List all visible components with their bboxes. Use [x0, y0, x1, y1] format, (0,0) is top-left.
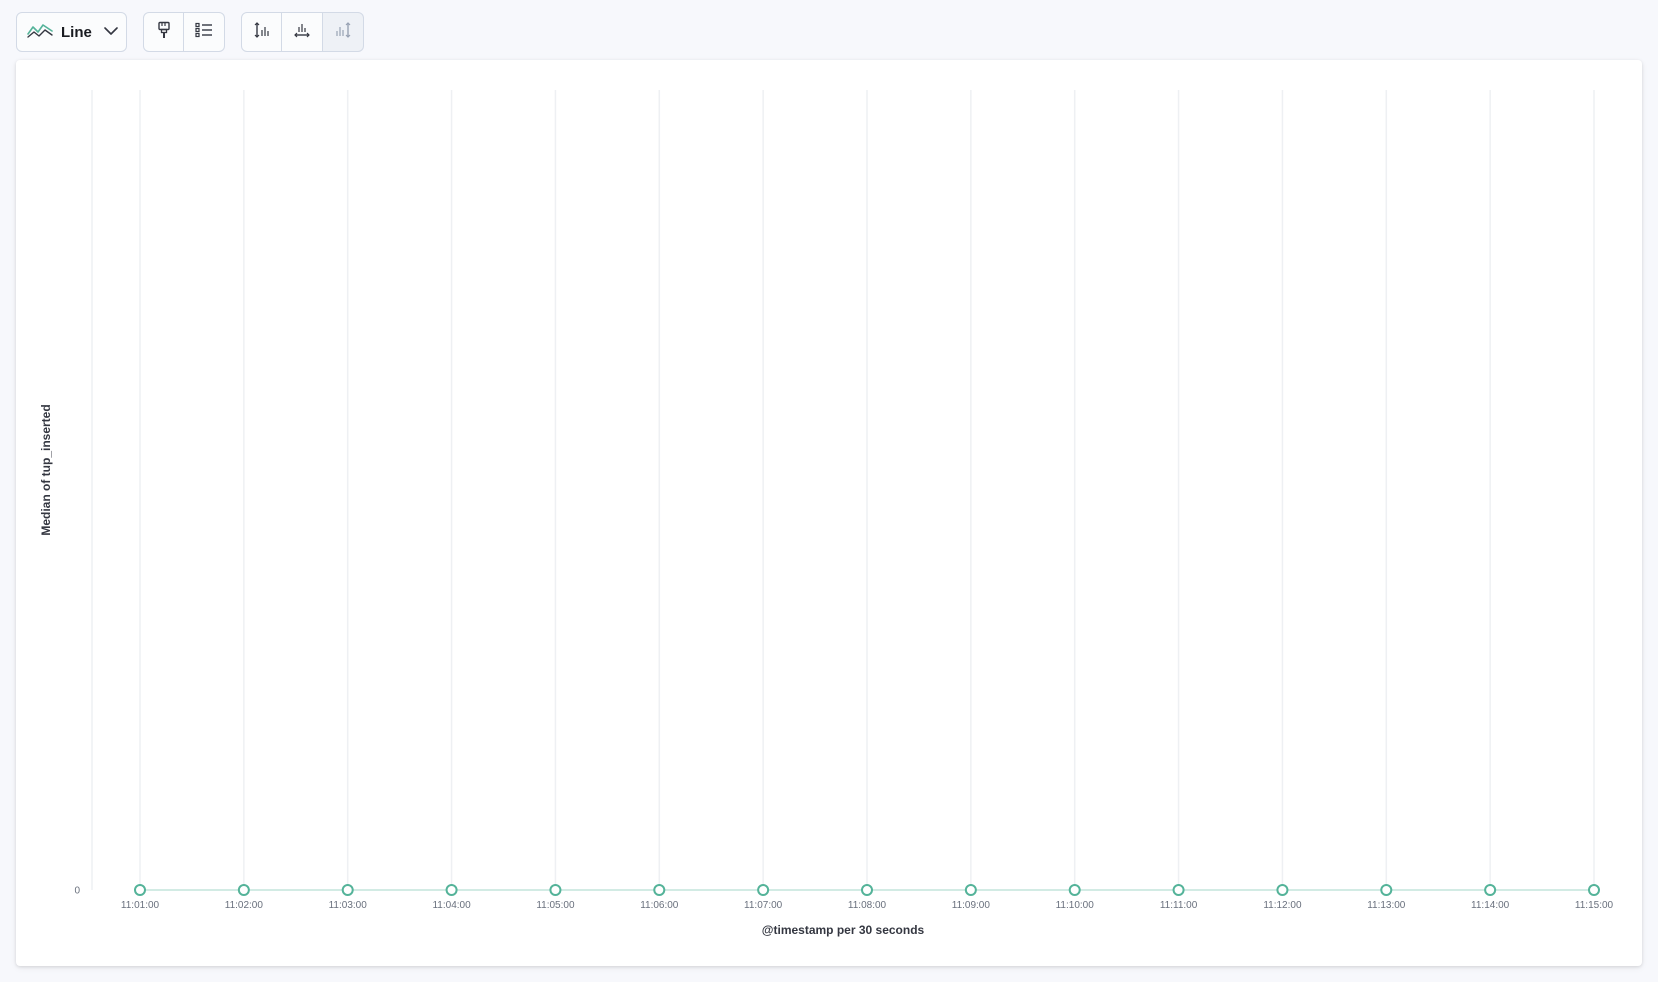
data-point[interactable]	[1276, 884, 1289, 896]
x-tick-label: 11:15:00	[1575, 900, 1614, 911]
x-tick-label: 11:01:00	[121, 900, 160, 911]
x-tick-label: 11:02:00	[225, 900, 264, 911]
x-tick-label: 11:10:00	[1056, 900, 1095, 911]
x-tick-label: 11:05:00	[536, 900, 575, 911]
x-tick-label: 11:04:00	[432, 900, 471, 911]
right-axis-button[interactable]	[323, 12, 364, 52]
data-point[interactable]	[1588, 884, 1600, 896]
x-tick-label: 11:06:00	[640, 900, 679, 911]
y-axis-title: Median of tup_inserted	[39, 404, 53, 535]
x-tick-label: 11:13:00	[1367, 900, 1406, 911]
data-point[interactable]	[1484, 884, 1497, 896]
left-axis-button[interactable]	[241, 12, 282, 52]
x-tick-label: 11:08:00	[848, 900, 887, 911]
chart-type-label: Line	[61, 23, 92, 41]
visual-options-button[interactable]	[143, 12, 184, 52]
chart-type-button[interactable]: Line	[16, 12, 127, 52]
right-axis-icon	[334, 21, 352, 44]
data-point[interactable]	[653, 884, 666, 896]
data-point[interactable]	[445, 884, 458, 896]
data-point[interactable]	[237, 884, 250, 896]
data-point[interactable]	[341, 884, 354, 896]
line-chart: 11:01:00 11:02:00 11:03:00 11:04:00 11:05:00…	[39, 90, 1614, 937]
list-legend-icon	[195, 22, 213, 43]
x-tick-label: 11:09:00	[952, 900, 991, 911]
data-point[interactable]	[549, 884, 562, 896]
data-point[interactable]	[134, 884, 146, 896]
line-chart-icon	[27, 21, 53, 44]
x-tick-label: 11:12:00	[1263, 900, 1302, 911]
x-tick-label: 11:07:00	[744, 900, 783, 911]
data-point[interactable]	[757, 884, 770, 896]
data-point[interactable]	[1068, 884, 1081, 896]
data-point[interactable]	[964, 884, 977, 896]
legend-options-button[interactable]	[184, 12, 225, 52]
x-tick-label: 11:11:00	[1160, 900, 1198, 911]
data-point[interactable]	[861, 884, 873, 896]
x-tick-label: 11:03:00	[329, 900, 368, 911]
bottom-axis-button[interactable]	[282, 12, 323, 52]
bottom-axis-icon	[293, 21, 311, 44]
left-axis-icon	[253, 21, 271, 44]
style-legend-group	[143, 12, 225, 52]
chart-toolbar: Line	[16, 12, 364, 52]
paintbrush-icon	[156, 21, 172, 44]
axis-settings-group	[241, 12, 364, 52]
data-point[interactable]	[1380, 884, 1393, 896]
y-tick-label: 0	[74, 886, 80, 897]
x-axis-title: @timestamp per 30 seconds	[762, 923, 925, 937]
x-tick-label: 11:14:00	[1471, 900, 1510, 911]
chevron-down-icon	[104, 23, 118, 41]
chart-panel: 11:01:00 11:02:00 11:03:00 11:04:00 11:05:00…	[16, 60, 1642, 966]
data-point[interactable]	[1172, 884, 1185, 896]
